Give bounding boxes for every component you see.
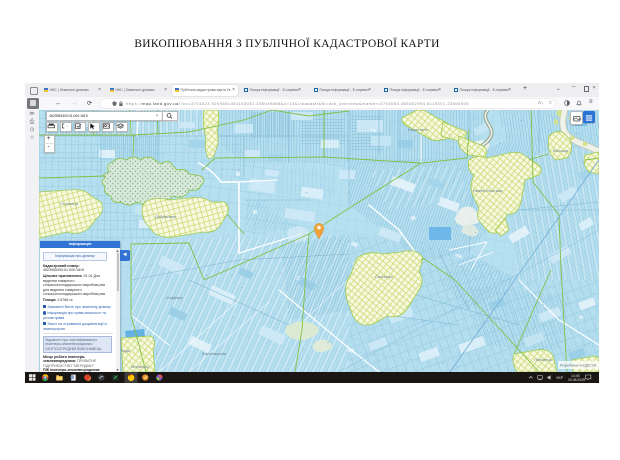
svg-text:Зади: Зади — [121, 348, 130, 353]
svg-text:Монастир: Монастир — [131, 364, 150, 369]
svg-text:Розроблено в ЄДЕССБ: Розроблено в ЄДЕССБ — [560, 364, 597, 368]
svg-text:Нижня Мостиця: Нижня Мостиця — [473, 188, 502, 193]
svg-text:20.08.2025: 20.08.2025 — [568, 378, 585, 382]
svg-text:Королівщина: Королівщина — [202, 351, 227, 356]
svg-text:Софіївка: Софіївка — [166, 295, 183, 300]
svg-text:Берестяни: Берестяни — [408, 127, 428, 132]
svg-text:Липовець: Липовець — [534, 357, 552, 362]
svg-text:УКР: УКР — [556, 375, 564, 379]
svg-text:Селиська: Селиська — [375, 274, 393, 279]
svg-text:Волоща: Волоща — [553, 148, 569, 153]
svg-text:Ступниця: Ступниця — [60, 201, 78, 206]
svg-text:Добрівляни: Добрівляни — [155, 214, 176, 219]
